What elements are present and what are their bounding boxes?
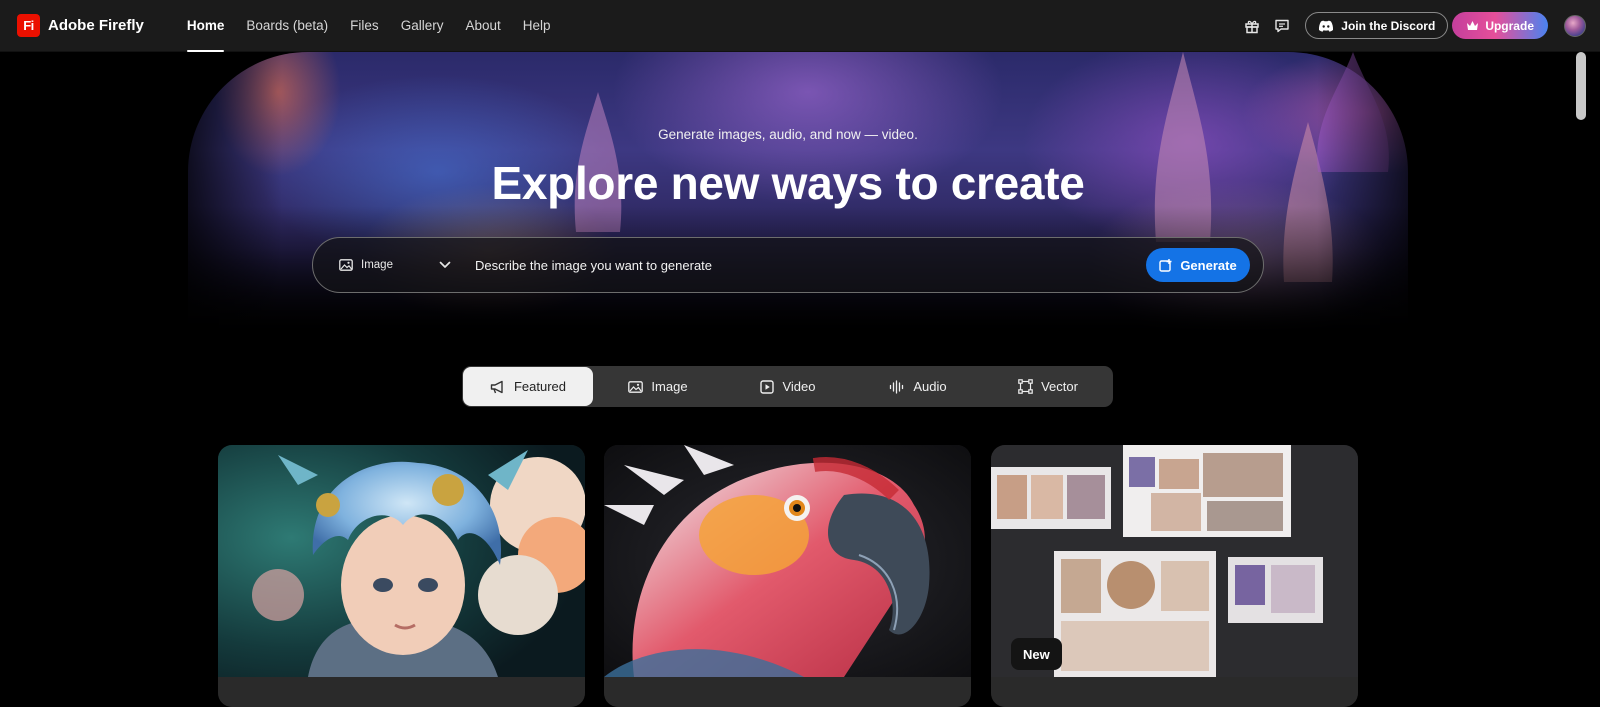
video-icon	[760, 379, 775, 394]
prompt-input[interactable]	[475, 245, 1146, 285]
image-icon	[339, 259, 353, 271]
user-avatar[interactable]	[1564, 14, 1586, 37]
hero-title: Explore new ways to create	[491, 157, 1085, 209]
card-image	[604, 445, 971, 677]
tab-vector-label: Vector	[1041, 379, 1078, 394]
vector-icon	[1018, 379, 1033, 394]
discord-icon	[1319, 20, 1334, 32]
topbar-actions: Join the Discord Upgrade	[1237, 11, 1586, 41]
card-image	[218, 445, 585, 677]
brand-name: Adobe Firefly	[48, 17, 144, 34]
gift-icon[interactable]	[1237, 11, 1267, 41]
join-discord-label: Join the Discord	[1341, 18, 1436, 33]
chat-bubble-icon[interactable]	[1267, 11, 1297, 41]
upgrade-button[interactable]: Upgrade	[1452, 12, 1548, 39]
featured-card-child-portrait[interactable]	[218, 445, 585, 707]
tab-vector[interactable]: Vector	[983, 366, 1113, 407]
chevron-down-icon	[439, 261, 451, 268]
card-footer	[604, 677, 971, 707]
megaphone-icon	[490, 380, 503, 393]
nav-files[interactable]: Files	[339, 0, 390, 52]
prompt-bar: Image Generate	[312, 237, 1264, 293]
nav-about[interactable]: About	[454, 0, 511, 52]
card-footer	[218, 677, 585, 707]
nav-help[interactable]: Help	[512, 0, 562, 52]
tab-featured-label: Featured	[513, 379, 567, 394]
image-icon	[628, 380, 644, 393]
card-footer	[991, 677, 1358, 707]
tab-audio[interactable]: Audio	[853, 366, 983, 407]
upgrade-label: Upgrade	[1485, 18, 1534, 33]
brand[interactable]: Fi Adobe Firefly	[17, 14, 144, 37]
join-discord-button[interactable]: Join the Discord	[1305, 12, 1449, 39]
featured-card-parrot[interactable]	[604, 445, 971, 707]
media-type-dropdown[interactable]: Image	[339, 259, 451, 271]
nav-boards[interactable]: Boards (beta)	[235, 0, 339, 52]
generate-label: Generate	[1180, 257, 1237, 273]
tab-featured[interactable]: Featured	[463, 367, 593, 406]
generate-button[interactable]: Generate	[1146, 248, 1250, 282]
media-type-label: Image	[361, 259, 393, 271]
top-navigation-bar: Fi Adobe Firefly Home Boards (beta) File…	[0, 0, 1600, 52]
nav-gallery[interactable]: Gallery	[390, 0, 455, 52]
adobe-firefly-logo: Fi	[17, 14, 40, 37]
tab-audio-label: Audio	[913, 379, 947, 394]
hero-subtitle: Generate images, audio, and now — video.	[658, 127, 918, 142]
tab-image[interactable]: Image	[593, 366, 723, 407]
category-tabs: Featured Image Video Audio Vector	[462, 366, 1113, 407]
featured-card-moodboard[interactable]: New	[991, 445, 1358, 707]
audio-wave-icon	[890, 379, 904, 394]
crown-icon	[1467, 21, 1479, 30]
main-nav: Home Boards (beta) Files Gallery About H…	[176, 0, 562, 52]
generate-icon	[1159, 259, 1172, 272]
tab-image-label: Image	[651, 379, 688, 394]
nav-home[interactable]: Home	[176, 0, 236, 52]
tab-video-label: Video	[782, 379, 816, 394]
new-badge: New	[1011, 638, 1062, 670]
tab-video[interactable]: Video	[723, 366, 853, 407]
page-scrollbar[interactable]	[1568, 52, 1600, 707]
scrollbar-thumb[interactable]	[1576, 52, 1586, 120]
